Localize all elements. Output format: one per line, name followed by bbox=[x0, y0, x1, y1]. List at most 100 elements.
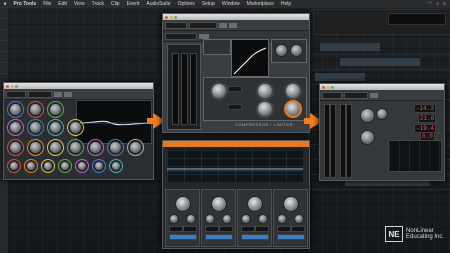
compare-button[interactable] bbox=[54, 91, 62, 97]
eq-band-knob[interactable] bbox=[9, 141, 22, 154]
hpf-knob[interactable] bbox=[29, 103, 42, 116]
band-toggle[interactable] bbox=[277, 234, 305, 240]
band-toggle[interactable] bbox=[205, 234, 233, 240]
lmf-gain-knob[interactable] bbox=[49, 121, 62, 134]
band-q-knob[interactable] bbox=[294, 214, 304, 224]
sidechain-selector[interactable] bbox=[165, 32, 197, 40]
band-readout bbox=[169, 226, 183, 232]
mf-gain-knob[interactable] bbox=[69, 121, 82, 134]
minimize-icon[interactable] bbox=[10, 84, 14, 88]
bypass-button[interactable] bbox=[229, 22, 237, 28]
band-freq-knob[interactable] bbox=[241, 214, 251, 224]
release-knob[interactable] bbox=[290, 44, 303, 57]
minimize-icon[interactable] bbox=[169, 15, 173, 19]
menu-clip[interactable]: Clip bbox=[107, 1, 123, 7]
band-gain-knob[interactable] bbox=[211, 196, 227, 212]
band-q-knob[interactable] bbox=[222, 214, 232, 224]
eq-q-knob[interactable] bbox=[26, 161, 36, 171]
band-freq-knob[interactable] bbox=[205, 214, 215, 224]
menu-edit[interactable]: Edit bbox=[55, 1, 71, 7]
zoom-icon[interactable] bbox=[174, 15, 177, 19]
band-toggle[interactable] bbox=[241, 234, 269, 240]
band-freq-knob[interactable] bbox=[169, 214, 179, 224]
band-readout bbox=[277, 226, 291, 232]
zoom-icon[interactable] bbox=[15, 84, 18, 88]
eq-band-knob[interactable] bbox=[29, 141, 42, 154]
band-gain-knob[interactable] bbox=[175, 196, 191, 212]
eq-q-knob[interactable] bbox=[60, 161, 70, 171]
threshold-knob[interactable] bbox=[210, 82, 228, 100]
eq-q-knob[interactable] bbox=[43, 161, 53, 171]
sidechain-button[interactable] bbox=[199, 33, 209, 39]
list-icon[interactable]: ≡ bbox=[443, 1, 446, 7]
preset-selector[interactable] bbox=[28, 90, 52, 98]
track-selector[interactable] bbox=[165, 21, 187, 29]
eq-knob-row bbox=[7, 159, 123, 173]
track-lane[interactable] bbox=[310, 40, 450, 55]
menu-window[interactable]: Window bbox=[218, 1, 243, 7]
ratio-knob[interactable] bbox=[256, 82, 274, 100]
menu-help[interactable]: Help bbox=[277, 1, 294, 7]
mix-knob[interactable] bbox=[284, 100, 302, 118]
minimize-icon[interactable] bbox=[326, 85, 330, 89]
ceiling-knob[interactable] bbox=[360, 130, 375, 145]
menu-app-name[interactable]: Pro Tools bbox=[10, 1, 40, 7]
band-q-knob[interactable] bbox=[258, 214, 268, 224]
wifi-icon[interactable]: ◠ bbox=[428, 1, 432, 7]
menu-event[interactable]: Event bbox=[123, 1, 143, 7]
band-q-knob[interactable] bbox=[186, 214, 196, 224]
menu-audiosuite[interactable]: AudioSuite bbox=[143, 1, 174, 7]
band-toggle[interactable] bbox=[169, 234, 197, 240]
release-knob[interactable] bbox=[376, 108, 388, 120]
threshold-knob[interactable] bbox=[360, 108, 375, 123]
band-freq-knob[interactable] bbox=[277, 214, 287, 224]
apple-icon[interactable]: ● bbox=[0, 1, 10, 7]
track-lane[interactable] bbox=[310, 55, 450, 70]
eq-plugin-window[interactable] bbox=[3, 82, 154, 180]
threshold-readout: -14.3 bbox=[414, 104, 437, 113]
output-knob[interactable] bbox=[129, 141, 142, 154]
eq-frequency-graph[interactable] bbox=[167, 149, 303, 183]
menu-track[interactable]: Track bbox=[88, 1, 107, 7]
eq-q-knob[interactable] bbox=[94, 161, 104, 171]
eq-band-knob[interactable] bbox=[89, 141, 102, 154]
menu-file[interactable]: File bbox=[40, 1, 55, 7]
eq-q-knob[interactable] bbox=[111, 161, 121, 171]
lpf-knob[interactable] bbox=[49, 103, 62, 116]
compare-button[interactable] bbox=[219, 22, 227, 28]
logo-text: NonLinear Educating Inc. bbox=[406, 228, 444, 241]
close-icon[interactable] bbox=[165, 15, 168, 19]
eq-graph[interactable] bbox=[76, 100, 152, 144]
menu-setup[interactable]: Setup bbox=[198, 1, 218, 7]
compressor-plugin-window[interactable]: COMPRESSOR / LIMITER bbox=[162, 13, 310, 133]
limiter-plugin-window[interactable]: -14.3 21.6 -19.4 0.0 bbox=[319, 83, 445, 181]
lf-gain-knob[interactable] bbox=[29, 121, 42, 134]
preset-selector[interactable] bbox=[189, 21, 217, 29]
close-icon[interactable] bbox=[6, 84, 9, 88]
compare-button[interactable] bbox=[370, 92, 378, 98]
eq-band-knob[interactable] bbox=[109, 141, 122, 154]
lf-freq-knob[interactable] bbox=[9, 121, 22, 134]
attack-knob[interactable] bbox=[275, 44, 288, 57]
band-gain-knob[interactable] bbox=[283, 196, 299, 212]
eq-band-knob[interactable] bbox=[49, 141, 62, 154]
bypass-button[interactable] bbox=[64, 91, 72, 97]
close-icon[interactable] bbox=[322, 85, 325, 89]
menu-view[interactable]: View bbox=[70, 1, 88, 7]
knee-knob[interactable] bbox=[256, 100, 274, 118]
band-gain-knob[interactable] bbox=[247, 196, 263, 212]
menu-options[interactable]: Options bbox=[174, 1, 198, 7]
gain-knob[interactable] bbox=[284, 82, 302, 100]
eq-band-knob[interactable] bbox=[69, 141, 82, 154]
menu-marketplace[interactable]: Marketplace bbox=[243, 1, 277, 7]
input-knob[interactable] bbox=[9, 103, 22, 116]
channel-eq-window[interactable] bbox=[162, 140, 310, 249]
preset-selector[interactable] bbox=[344, 91, 368, 99]
eq-q-knob[interactable] bbox=[77, 161, 87, 171]
eq-q-knob[interactable] bbox=[9, 161, 19, 171]
track-selector[interactable] bbox=[6, 90, 26, 98]
search-icon[interactable]: ⌕ bbox=[436, 1, 439, 7]
zoom-icon[interactable] bbox=[331, 85, 334, 89]
eq-band-lmf bbox=[201, 189, 236, 247]
track-selector[interactable] bbox=[322, 91, 342, 99]
